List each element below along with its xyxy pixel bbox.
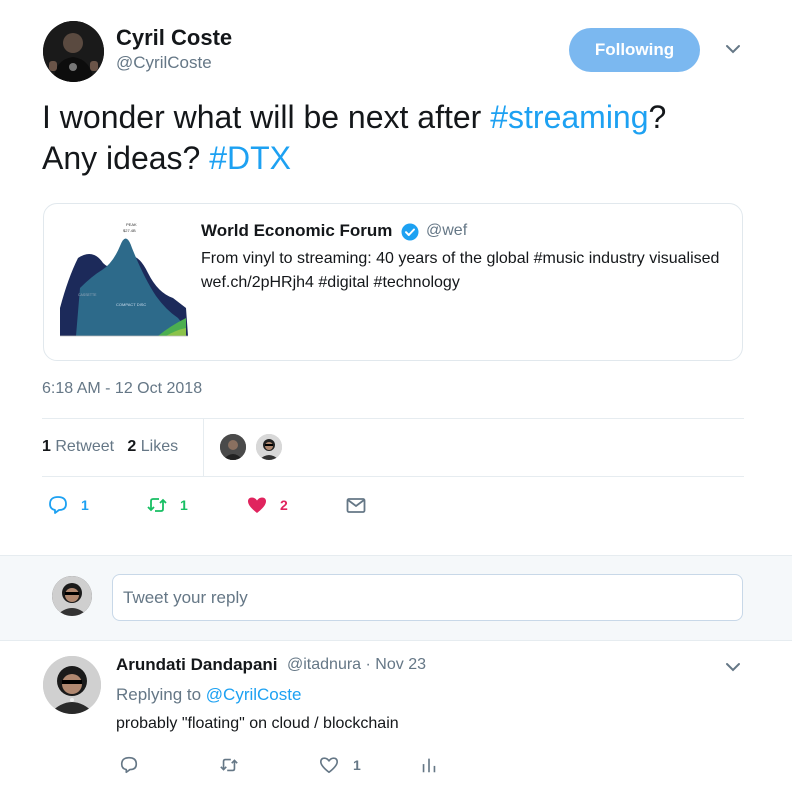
following-button[interactable]: Following — [569, 28, 700, 72]
reply-icon — [120, 756, 138, 774]
thumb-peak-label: PEAK — [126, 222, 137, 227]
reply-count: 1 — [81, 497, 89, 513]
tweet-text: I wonder what will be next after #stream… — [42, 97, 762, 179]
liker-avatar[interactable] — [254, 432, 284, 462]
divider — [42, 476, 744, 477]
hashtag-link[interactable]: #DTX — [209, 140, 291, 176]
author-handle[interactable]: @CyrilCoste — [116, 53, 212, 73]
liker-avatar[interactable] — [218, 432, 248, 462]
mail-icon — [346, 498, 366, 513]
thumb-peak-value: $27.4B — [123, 228, 136, 233]
verified-badge-icon — [401, 223, 419, 241]
replying-prefix: Replying to — [116, 685, 206, 704]
analytics-icon — [422, 758, 436, 773]
tweet-timestamp[interactable]: 6:18 AM - 12 Oct 2018 — [42, 380, 202, 398]
music-industry-chart-thumbnail: PEAK $27.4B CASSETTE COMPACT DISC — [58, 218, 198, 348]
reply-button[interactable]: 1 — [47, 493, 89, 517]
retweet-label[interactable]: Retweet — [55, 438, 114, 455]
reply-author-avatar[interactable] — [43, 656, 101, 714]
author-avatar[interactable] — [43, 21, 104, 82]
reply-date[interactable]: Nov 23 — [375, 656, 426, 673]
meta-separator: · — [365, 656, 371, 673]
like-action-count: 2 — [280, 497, 288, 513]
direct-message-button[interactable] — [345, 493, 379, 517]
divider — [203, 418, 204, 476]
heart-icon — [248, 497, 266, 513]
current-user-avatar[interactable] — [52, 576, 92, 616]
quoted-tweet-card[interactable]: PEAK $27.4B CASSETTE COMPACT DISC World … — [43, 203, 743, 361]
like-label[interactable]: Likes — [141, 438, 178, 455]
engagement-stats: 1 Retweet 2 Likes — [42, 438, 178, 456]
retweet-icon — [220, 758, 238, 772]
like-button[interactable]: 2 — [246, 493, 288, 517]
reply-reply-button[interactable] — [119, 754, 153, 776]
replying-handle-link[interactable]: @CyrilCoste — [206, 685, 302, 704]
tweet-text-part: Any ideas? — [42, 140, 210, 176]
retweet-count[interactable]: 1 — [42, 438, 51, 455]
chevron-down-icon[interactable] — [722, 656, 744, 678]
thumb-cassette-label: CASSETTE — [78, 293, 97, 297]
tweet-text-part: ? — [648, 99, 667, 135]
thumb-cd-label: COMPACT DISC — [116, 302, 146, 307]
hashtag-link[interactable]: #streaming — [490, 99, 648, 135]
retweet-button[interactable]: 1 — [146, 493, 188, 517]
quote-author-name[interactable]: World Economic Forum — [201, 221, 392, 241]
reply-retweet-button[interactable] — [219, 754, 253, 776]
divider — [42, 418, 744, 419]
author-name[interactable]: Cyril Coste — [116, 25, 232, 51]
reply-text: probably "floating" on cloud / blockchai… — [116, 715, 399, 732]
reply-like-button[interactable]: 1 — [319, 754, 361, 776]
like-count[interactable]: 2 — [127, 438, 136, 455]
tweet-text-part: I wonder what will be next after — [42, 99, 491, 135]
reply-analytics-button[interactable] — [419, 754, 453, 776]
heart-icon — [320, 757, 338, 774]
reply-author-handle[interactable]: @itadnura — [287, 656, 361, 673]
reply-input[interactable] — [112, 574, 743, 621]
chevron-down-icon[interactable] — [722, 38, 744, 60]
reply-meta: @itadnura · Nov 23 — [287, 656, 426, 674]
quote-text: From vinyl to streaming: 40 years of the… — [201, 250, 720, 291]
reply-like-count: 1 — [353, 757, 361, 773]
retweet-icon — [147, 498, 167, 512]
quote-author-handle[interactable]: @wef — [426, 222, 467, 240]
retweet-action-count: 1 — [180, 497, 188, 513]
reply-icon — [49, 496, 67, 514]
replying-to: Replying to @CyrilCoste — [116, 685, 301, 705]
reply-author-name[interactable]: Arundati Dandapani — [116, 655, 278, 675]
